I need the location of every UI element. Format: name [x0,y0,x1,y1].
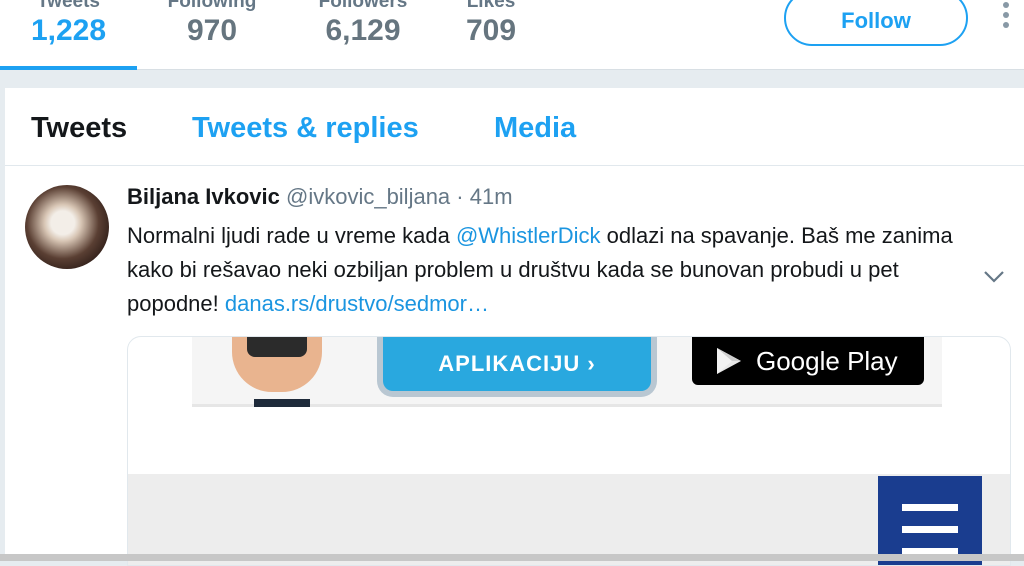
stat-value: 6,129 [325,14,401,47]
tweet-fullname[interactable]: Biljana Ivkovic [127,184,280,209]
stat-value: 709 [465,14,517,47]
google-play-badge: Google Play [692,337,924,385]
cuff [254,399,310,407]
stat-label: Tweets [36,0,100,12]
timeline-tabs: Tweets Tweets & replies Media [5,88,1024,166]
timeline: Tweets Tweets & replies Media Biljana Iv… [5,88,1024,566]
chevron-down-icon[interactable] [983,270,1005,284]
play-store-icon [717,348,741,374]
tab-media[interactable]: Media [494,112,576,145]
tweet-text: Normalni ljudi rade u vreme kada @Whistl… [127,219,977,321]
avatar[interactable] [25,185,109,269]
tweet-header: Biljana Ivkovic @ivkovic_biljana · 41m [127,184,513,210]
stat-label: Likes [466,0,516,12]
tweet-text-part: Normalni ljudi rade u vreme kada [127,223,456,248]
tab-tweets-and-replies[interactable]: Tweets & replies [192,112,419,145]
stat-label: Following [167,0,257,12]
stat-followers[interactable]: Followers 6,129 [304,0,422,70]
bottom-scrollbar[interactable] [0,554,1024,561]
stat-label: Followers [318,0,408,12]
tweet-username[interactable]: @ivkovic_biljana [286,184,450,209]
tweet-timestamp[interactable]: 41m [470,184,513,209]
stat-value: 970 [186,14,238,47]
tweet-separator: · [456,184,464,209]
follow-button[interactable]: Follow [784,0,968,46]
stat-following[interactable]: Following 970 [160,0,264,70]
mention-link[interactable]: @WhistlerDick [456,223,601,248]
url-link[interactable]: danas.rs/drustvo/sedmor… [225,291,489,316]
stat-tweets[interactable]: Tweets 1,228 [0,0,137,70]
active-underline [0,66,137,70]
stat-likes[interactable]: Likes 709 [452,0,530,70]
link-preview-card[interactable]: APLIKACIJU › Google Play [127,336,1011,566]
stat-value: 1,228 [30,14,107,47]
more-options-icon[interactable] [998,0,1014,34]
google-play-label: Google Play [756,345,898,376]
tab-tweets[interactable]: Tweets [31,112,127,145]
hamburger-menu-icon [878,476,982,565]
tweet[interactable]: Biljana Ivkovic @ivkovic_biljana · 41m N… [5,167,1024,566]
card-banner: APLIKACIJU › Google Play [192,337,942,407]
profile-nav: Tweets 1,228 Following 970 Followers 6,1… [0,0,1024,70]
download-app-button: APLIKACIJU › [377,337,657,397]
watch-strap [247,337,307,357]
